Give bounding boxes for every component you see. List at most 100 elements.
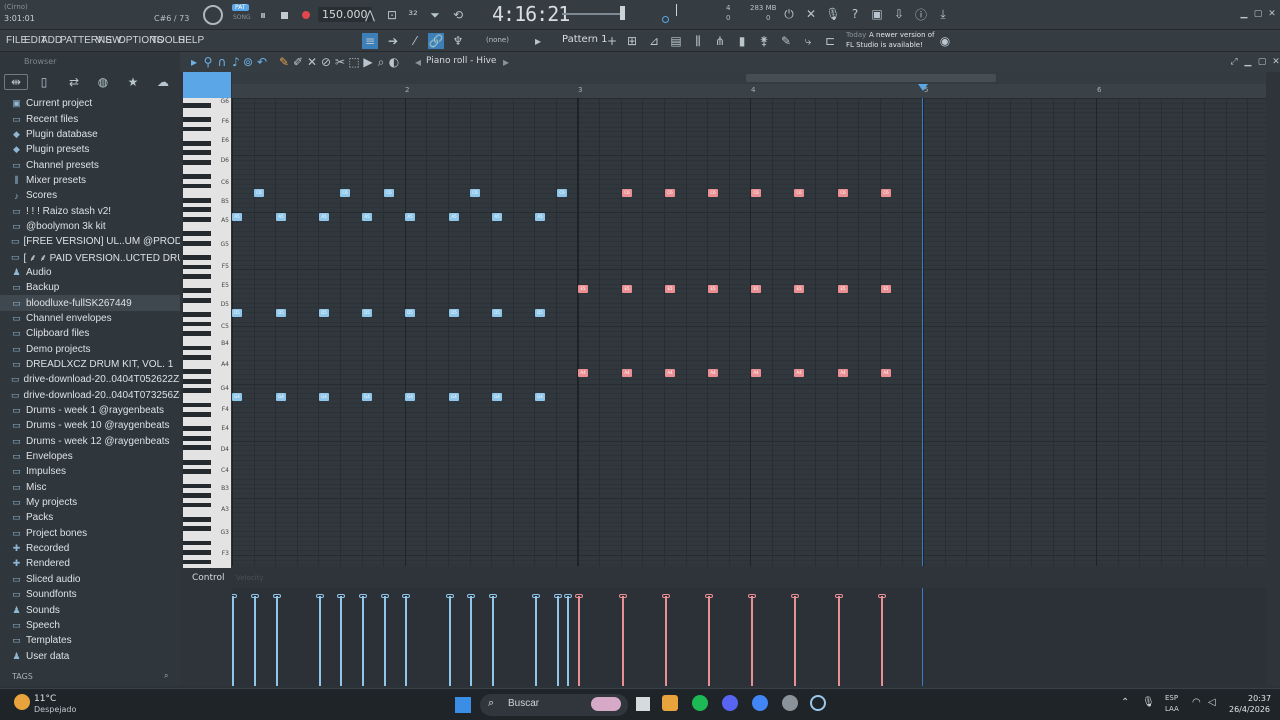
- midi-note[interactable]: E5: [794, 285, 804, 293]
- velocity-handle[interactable]: [337, 594, 345, 598]
- midi-note[interactable]: A5: [449, 213, 459, 221]
- playlist-icon[interactable]: ≡: [362, 33, 378, 49]
- wave-icon[interactable]: ♆: [450, 33, 466, 49]
- black-key[interactable]: [183, 183, 211, 189]
- midi-note[interactable]: C6: [838, 189, 848, 197]
- black-key[interactable]: [183, 197, 211, 203]
- velocity-handle[interactable]: [564, 594, 572, 598]
- browser-item[interactable]: ▭ @boolymon 3k kit: [0, 219, 180, 234]
- black-key[interactable]: [183, 459, 211, 465]
- velocity-stem[interactable]: [794, 596, 796, 686]
- black-key[interactable]: [183, 469, 211, 475]
- black-key[interactable]: [183, 483, 211, 489]
- velocity-handle[interactable]: [835, 594, 843, 598]
- black-key[interactable]: [183, 207, 211, 213]
- velocity-stem[interactable]: [384, 596, 386, 686]
- browser-item[interactable]: ▭ bloodluxe-fullSK267449: [0, 295, 180, 311]
- mic-icon[interactable]: 🎙: [825, 6, 841, 22]
- black-key[interactable]: [183, 240, 211, 246]
- song-toggle[interactable]: SONG: [233, 14, 251, 21]
- velocity-handle[interactable]: [575, 594, 583, 598]
- browser-item[interactable]: ▭ My projects: [0, 495, 180, 510]
- midi-note[interactable]: A5: [362, 213, 372, 221]
- browser-item[interactable]: ▭drive-download-20..0404T052622Z-1-001: [0, 372, 180, 387]
- midi-note[interactable]: E5: [881, 285, 891, 293]
- midi-note[interactable]: D5: [319, 309, 329, 317]
- tray-mic-icon[interactable]: 🎙: [1142, 697, 1155, 708]
- info-icon[interactable]: ⓘ: [913, 6, 929, 22]
- browser-item[interactable]: ▭drive-download-20..0404T073256Z-1-001: [0, 388, 180, 403]
- midi-note[interactable]: A4: [665, 369, 675, 377]
- midi-note[interactable]: C6: [340, 189, 350, 197]
- menu-add[interactable]: ADD: [41, 35, 62, 46]
- arrow-right-icon[interactable]: ➔: [385, 33, 401, 49]
- black-key[interactable]: [183, 412, 211, 417]
- velocity-handle[interactable]: [705, 594, 713, 598]
- black-key[interactable]: [183, 378, 211, 384]
- master-pitch-slider[interactable]: [562, 13, 622, 15]
- black-key[interactable]: [183, 174, 211, 179]
- browser-item[interactable]: ▭ Drums - week 10 @raygenbeats: [0, 418, 180, 433]
- browser-item[interactable]: ♟ Audio: [0, 265, 180, 280]
- midi-note[interactable]: E5: [622, 285, 632, 293]
- browser-item[interactable]: ◆ Plugin presets: [0, 142, 180, 157]
- velocity-stem[interactable]: [362, 596, 364, 686]
- close-icon[interactable]: ✕: [1264, 6, 1280, 22]
- news-text-2[interactable]: FL Studio is available!: [846, 41, 923, 49]
- velocity-lane[interactable]: [232, 588, 1266, 686]
- fl-studio-icon[interactable]: [662, 695, 678, 711]
- file-icon[interactable]: ▯: [36, 74, 52, 90]
- pat-toggle[interactable]: PAT: [232, 4, 249, 11]
- velocity-stem[interactable]: [708, 596, 710, 686]
- velocity-handle[interactable]: [359, 594, 367, 598]
- velocity-stem[interactable]: [881, 596, 883, 686]
- menu-help[interactable]: HELP: [178, 35, 204, 46]
- black-key[interactable]: [183, 297, 211, 303]
- midi-note[interactable]: G4: [276, 393, 286, 401]
- midi-note[interactable]: G4: [319, 393, 329, 401]
- black-key[interactable]: [183, 516, 211, 522]
- midi-note[interactable]: E5: [578, 285, 588, 293]
- mixer-icon[interactable]: ⫼: [690, 33, 706, 49]
- midi-note[interactable]: A4: [708, 369, 718, 377]
- midi-note[interactable]: C6: [557, 189, 567, 197]
- velocity-stem[interactable]: [535, 596, 537, 686]
- midi-note[interactable]: C6: [751, 189, 761, 197]
- browser-item[interactable]: ▭ Drums - week 12 @raygenbeats: [0, 434, 180, 449]
- news-text-1[interactable]: A newer version of: [869, 31, 935, 39]
- velocity-stem[interactable]: [838, 596, 840, 686]
- midi-note[interactable]: A5: [232, 213, 242, 221]
- chevron-right-icon[interactable]: ▸: [530, 33, 546, 49]
- slider-handle[interactable]: [620, 6, 625, 20]
- midi-note[interactable]: D5: [232, 309, 242, 317]
- midi-note[interactable]: E5: [838, 285, 848, 293]
- midi-note[interactable]: D5: [449, 309, 459, 317]
- browser-item[interactable]: ✚ Rendered: [0, 556, 180, 571]
- widget-icon[interactable]: [591, 697, 621, 711]
- cart-icon[interactable]: ⊏: [822, 33, 838, 49]
- browser-item[interactable]: ◆ Plugin database: [0, 127, 180, 142]
- weather-temp[interactable]: 11°C: [34, 694, 56, 704]
- plugin-icon[interactable]: ⚵: [756, 33, 772, 49]
- tools-icon[interactable]: ✕: [803, 6, 819, 22]
- midi-note[interactable]: A4: [794, 369, 804, 377]
- velocity-handle[interactable]: [402, 594, 410, 598]
- velocity-stem[interactable]: [405, 596, 407, 686]
- velocity-stem[interactable]: [751, 596, 753, 686]
- mixer-view-icon[interactable]: ⊞: [624, 33, 640, 49]
- black-key[interactable]: [183, 526, 211, 532]
- velocity-handle[interactable]: [748, 594, 756, 598]
- black-key[interactable]: [183, 126, 211, 132]
- browser-item[interactable]: ♟ User data: [0, 648, 180, 663]
- velocity-handle[interactable]: [381, 594, 389, 598]
- help-icon[interactable]: ?: [847, 6, 863, 22]
- black-key[interactable]: [183, 150, 211, 156]
- star-icon[interactable]: ★: [125, 74, 141, 90]
- midi-note[interactable]: C6: [384, 189, 394, 197]
- add-pattern-icon[interactable]: +: [604, 33, 620, 49]
- search-icon[interactable]: ⌕: [164, 671, 168, 681]
- pr-close-icon[interactable]: ✕: [1268, 54, 1280, 70]
- clock-time[interactable]: 20:37: [1248, 694, 1271, 703]
- midi-note[interactable]: A5: [492, 213, 502, 221]
- midi-note[interactable]: G4: [492, 393, 502, 401]
